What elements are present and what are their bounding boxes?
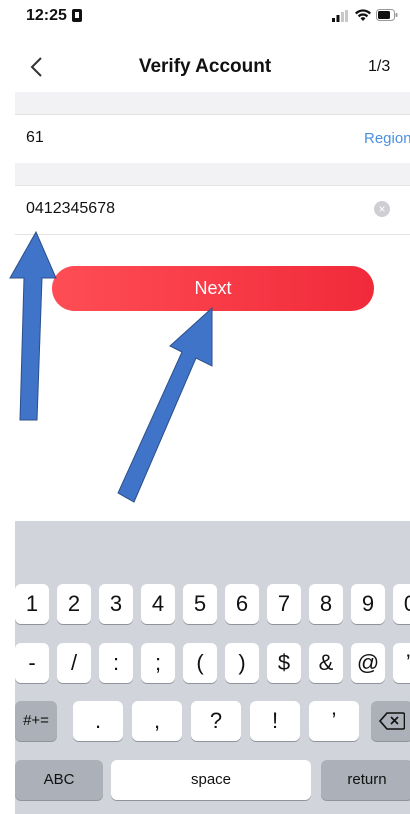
abc-key[interactable]: ABC: [15, 760, 103, 800]
keyboard-key[interactable]: 1: [15, 584, 49, 624]
numeric-keyboard: 1234567890 -/:;()$&@” .,?!’ #+= ABC spac…: [15, 521, 410, 814]
sim-card-icon: [72, 9, 82, 22]
next-button[interactable]: Next: [52, 266, 374, 311]
keyboard-key[interactable]: $: [267, 643, 301, 683]
section-spacer: [15, 92, 410, 114]
space-key[interactable]: space: [111, 760, 311, 800]
keyboard-key[interactable]: ,: [132, 701, 182, 741]
country-code-value: 61: [26, 129, 44, 146]
keyboard-key[interactable]: (: [183, 643, 217, 683]
keyboard-key[interactable]: ”: [393, 643, 410, 683]
keyboard-key[interactable]: 5: [183, 584, 217, 624]
annotation-arrow: [9, 230, 57, 421]
keyboard-key[interactable]: -: [15, 643, 49, 683]
backspace-key[interactable]: [371, 701, 410, 741]
keyboard-key[interactable]: 9: [351, 584, 385, 624]
keyboard-key[interactable]: 7: [267, 584, 301, 624]
status-time: 12:25: [26, 7, 67, 24]
clear-icon[interactable]: ×: [374, 201, 390, 217]
page-title: Verify Account: [138, 56, 272, 77]
keyboard-key[interactable]: 3: [99, 584, 133, 624]
keyboard-key[interactable]: &: [309, 643, 343, 683]
keyboard-key[interactable]: ;: [141, 643, 175, 683]
keyboard-key[interactable]: .: [73, 701, 123, 741]
keyboard-key[interactable]: 8: [309, 584, 343, 624]
keyboard-key[interactable]: 4: [141, 584, 175, 624]
keyboard-key[interactable]: @: [351, 643, 385, 683]
region-link[interactable]: Region: [364, 130, 410, 147]
phone-number-value[interactable]: 0412345678: [26, 200, 115, 218]
country-code-row[interactable]: [15, 114, 410, 164]
return-key[interactable]: return: [321, 760, 410, 800]
step-indicator: 1/3: [368, 58, 391, 75]
keyboard-key[interactable]: 0: [393, 584, 410, 624]
keyboard-key[interactable]: :: [99, 643, 133, 683]
keyboard-key[interactable]: !: [250, 701, 300, 741]
keyboard-key[interactable]: ?: [191, 701, 241, 741]
battery-icon: [376, 9, 398, 21]
backspace-icon: [378, 712, 406, 730]
signal-icon: [332, 10, 348, 22]
keyboard-key[interactable]: 6: [225, 584, 259, 624]
symbols-mode-key[interactable]: #+=: [15, 701, 57, 741]
wifi-icon: [355, 9, 371, 21]
keyboard-key[interactable]: ’: [309, 701, 359, 741]
keyboard-key[interactable]: 2: [57, 584, 91, 624]
annotation-arrow: [117, 306, 213, 503]
keyboard-key[interactable]: ): [225, 643, 259, 683]
section-spacer: [15, 163, 410, 185]
keyboard-key[interactable]: /: [57, 643, 91, 683]
